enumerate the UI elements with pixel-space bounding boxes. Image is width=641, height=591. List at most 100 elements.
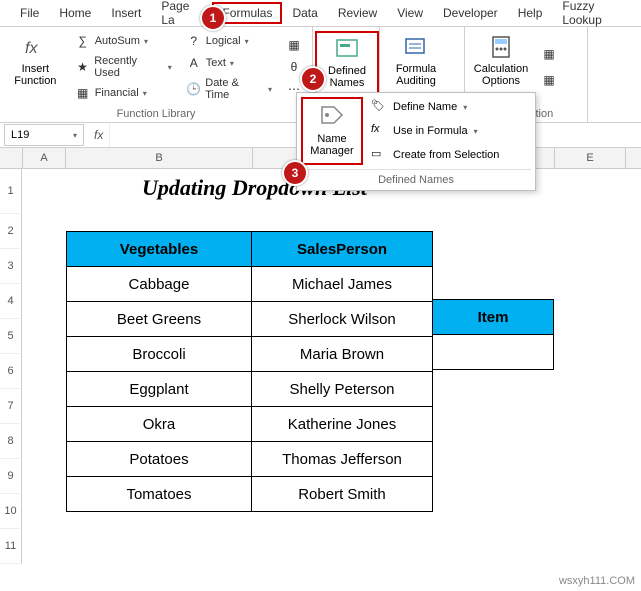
define-name-item[interactable]: 🏷Define Name: [369, 97, 501, 117]
sigma-icon: ∑: [75, 33, 91, 49]
cell[interactable]: Robert Smith: [252, 477, 433, 512]
define-name-label: Define Name: [393, 101, 457, 113]
cell[interactable]: Broccoli: [67, 337, 252, 372]
cell[interactable]: Cabbage: [67, 267, 252, 302]
cell[interactable]: Okra: [67, 407, 252, 442]
row-4[interactable]: 4: [0, 284, 22, 319]
use-in-formula-item[interactable]: fxUse in Formula: [369, 121, 501, 141]
recently-used-button[interactable]: ★Recently Used: [71, 53, 176, 81]
name-box-value: L19: [11, 129, 29, 141]
data-table: Vegetables SalesPerson CabbageMichael Ja…: [66, 231, 433, 512]
defined-names-label: Defined Names: [328, 65, 366, 89]
row-7[interactable]: 7: [0, 389, 22, 424]
insert-function-button[interactable]: fx Insert Function: [6, 31, 65, 103]
row-10[interactable]: 10: [0, 494, 22, 529]
tag-icon: [318, 103, 346, 131]
tab-review[interactable]: Review: [328, 2, 387, 24]
table-row: OkraKatherine Jones: [67, 407, 433, 442]
cell[interactable]: Sherlock Wilson: [252, 302, 433, 337]
row-8[interactable]: 8: [0, 424, 22, 459]
watermark: wsxyh111.COM: [559, 575, 635, 587]
defined-names-menu: Name Manager 🏷Define Name fxUse in Formu…: [296, 92, 536, 191]
text-button[interactable]: AText: [182, 53, 276, 73]
calc-now-button[interactable]: ▦: [537, 44, 561, 64]
name-manager-button[interactable]: Name Manager: [301, 97, 363, 165]
fx-icon: fx: [21, 33, 49, 61]
row-9[interactable]: 9: [0, 459, 22, 494]
tab-developer[interactable]: Developer: [433, 2, 508, 24]
cell[interactable]: Thomas Jefferson: [252, 442, 433, 477]
row-5[interactable]: 5: [0, 319, 22, 354]
more-functions-button[interactable]: ▦: [282, 35, 306, 55]
calculation-options-label: Calculation Options: [474, 63, 528, 87]
group-function-library: Function Library: [6, 106, 306, 120]
item-cell[interactable]: [433, 335, 554, 370]
cell[interactable]: Maria Brown: [252, 337, 433, 372]
cell[interactable]: Eggplant: [67, 372, 252, 407]
row-1[interactable]: 1: [0, 169, 22, 214]
recent-icon: ★: [75, 59, 91, 75]
table-row: Beet GreensSherlock Wilson: [67, 302, 433, 337]
tab-view[interactable]: View: [387, 2, 433, 24]
datetime-label: Date & Time: [205, 77, 264, 101]
tab-insert[interactable]: Insert: [101, 2, 151, 24]
cells-area[interactable]: Updating Dropdown List Vegetables SalesP…: [22, 169, 641, 564]
table-row: TomatoesRobert Smith: [67, 477, 433, 512]
logical-label: Logical: [206, 35, 241, 47]
ribbon-tabs: File Home Insert Page La Formulas Data R…: [0, 0, 641, 27]
svg-text:fx: fx: [25, 40, 38, 57]
financial-icon: ▦: [75, 85, 91, 101]
worksheet-grid[interactable]: 1 2 3 4 5 6 7 8 9 10 11 Updating Dropdow…: [0, 169, 641, 564]
financial-label: Financial: [95, 87, 139, 99]
row-6[interactable]: 6: [0, 354, 22, 389]
insert-function-label: Insert Function: [14, 63, 56, 87]
table-row: CabbageMichael James: [67, 267, 433, 302]
callout-1: 1: [200, 5, 226, 31]
date-time-button[interactable]: 🕒Date & Time: [182, 75, 276, 103]
calc-sheet-icon: ▦: [541, 72, 557, 88]
cell[interactable]: Michael James: [252, 267, 433, 302]
tab-file[interactable]: File: [10, 2, 49, 24]
cell[interactable]: Shelly Peterson: [252, 372, 433, 407]
row-11[interactable]: 11: [0, 529, 22, 564]
cell[interactable]: Tomatoes: [67, 477, 252, 512]
tab-data[interactable]: Data: [282, 2, 327, 24]
recently-label: Recently Used: [94, 55, 163, 79]
more-icon: ▦: [286, 37, 302, 53]
row-3[interactable]: 3: [0, 249, 22, 284]
clock-icon: 🕒: [186, 81, 202, 97]
create-from-selection-item[interactable]: ▭ Create from Selection: [369, 145, 501, 165]
col-E[interactable]: E: [555, 148, 626, 168]
tab-help[interactable]: Help: [508, 2, 553, 24]
table-row: EggplantShelly Peterson: [67, 372, 433, 407]
cell[interactable]: Katherine Jones: [252, 407, 433, 442]
auditing-icon: [402, 33, 430, 61]
create-from-selection-label: Create from Selection: [393, 149, 499, 161]
selection-icon: ▭: [371, 147, 387, 163]
cell[interactable]: Beet Greens: [67, 302, 252, 337]
col-B[interactable]: B: [66, 148, 253, 168]
autosum-button[interactable]: ∑ AutoSum: [71, 31, 176, 51]
logical-icon: ?: [186, 33, 202, 49]
select-all-triangle[interactable]: [0, 148, 23, 168]
header-salesperson[interactable]: SalesPerson: [252, 232, 433, 267]
chevron-down-icon: ▾: [73, 131, 77, 140]
calc-now-icon: ▦: [541, 46, 557, 62]
name-box[interactable]: L19 ▾: [4, 124, 84, 146]
col-A[interactable]: A: [23, 148, 66, 168]
financial-button[interactable]: ▦ Financial: [71, 83, 176, 103]
text-label: Text: [206, 57, 226, 69]
cell[interactable]: Potatoes: [67, 442, 252, 477]
defined-menu-footer: Defined Names: [301, 169, 531, 186]
header-vegetables[interactable]: Vegetables: [67, 232, 252, 267]
item-box: Item: [432, 299, 554, 370]
calc-sheet-button[interactable]: ▦: [537, 70, 561, 90]
item-header[interactable]: Item: [433, 300, 554, 335]
logical-button[interactable]: ? Logical: [182, 31, 276, 51]
calculator-icon: [487, 33, 515, 61]
row-2[interactable]: 2: [0, 214, 22, 249]
fx-icon[interactable]: fx: [88, 128, 109, 142]
tab-home[interactable]: Home: [49, 2, 101, 24]
autosum-label: AutoSum: [95, 35, 140, 47]
table-header-row: Vegetables SalesPerson: [67, 232, 433, 267]
